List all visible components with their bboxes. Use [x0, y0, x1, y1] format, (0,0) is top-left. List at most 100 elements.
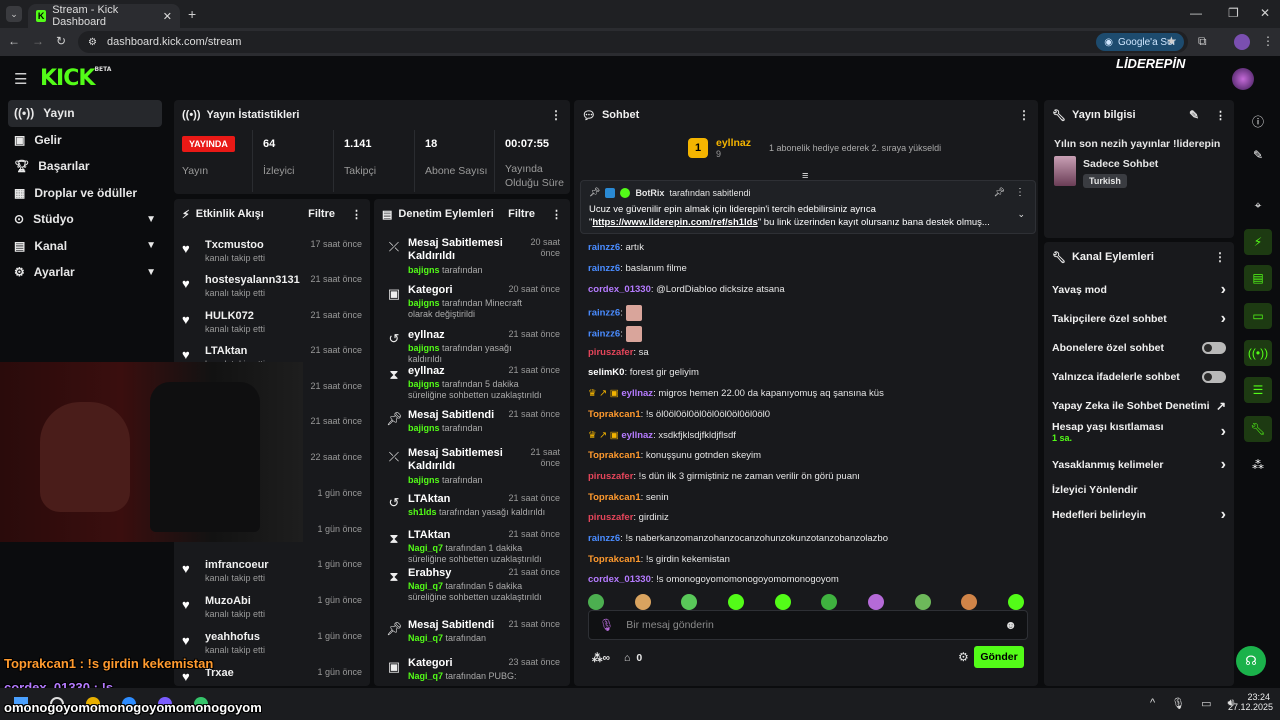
mic-icon[interactable]: 🎙︎ — [1171, 697, 1185, 710]
channel-action-item[interactable]: Abonelere özel sohbet — [1052, 338, 1226, 358]
sidebar-item-gelir[interactable]: ▣ Gelir — [8, 127, 162, 154]
sidebar-item-basarilar[interactable]: 🏆︎ Başarılar — [8, 153, 162, 180]
maximize-icon[interactable]: ❐ — [1228, 6, 1239, 20]
browser-tab[interactable]: K Stream - Kick Dashboard ✕ — [28, 4, 180, 28]
emote-icon[interactable] — [821, 594, 838, 610]
filter-button[interactable]: Filtre — [508, 208, 535, 220]
chat-username[interactable]: rainzz6 — [588, 329, 620, 340]
tab-close-icon[interactable]: ✕ — [163, 10, 172, 23]
channel-action-item[interactable]: İzleyici Yönlendir — [1052, 480, 1226, 500]
channel-action-item[interactable]: Hesap yaşı kısıtlaması 1 sa. › — [1052, 421, 1226, 443]
chat-username[interactable]: Toprakcan1 — [588, 492, 641, 503]
moderator-name[interactable]: bajigns — [408, 265, 440, 275]
channel-action-item[interactable]: Yapay Zeka ile Sohbet Denetimi ↗ — [1052, 396, 1226, 416]
chat-message-input[interactable]: 🎙︎ Bir mesaj gönderin ☻ — [588, 610, 1028, 640]
emote-icon[interactable] — [727, 594, 744, 610]
more-options-icon[interactable]: ⋮ — [1214, 250, 1226, 264]
pinned-menu-icon[interactable]: ⋮ — [1015, 187, 1025, 198]
more-options-icon[interactable]: ⋮ — [1215, 109, 1226, 122]
chat-username[interactable]: rainzz6 — [588, 533, 620, 544]
emote-icon[interactable] — [634, 594, 651, 610]
back-icon[interactable]: ← — [8, 34, 20, 48]
chat-username[interactable]: eyllnaz — [621, 430, 653, 441]
chat-username[interactable]: Toprakcan1 — [588, 450, 641, 461]
toggle-switch[interactable] — [1202, 371, 1226, 383]
top-gifter-name[interactable]: eyllnaz — [716, 137, 751, 149]
chat-username[interactable]: piruszafer — [588, 512, 633, 523]
edit-icon[interactable]: ✎ — [1189, 108, 1199, 122]
more-options-icon[interactable]: ⋮ — [1018, 108, 1030, 122]
extensions-icon[interactable]: ⧉ — [1198, 34, 1207, 49]
minimize-icon[interactable]: — — [1190, 6, 1202, 20]
moderator-name[interactable]: Nagi_q7 — [408, 671, 443, 681]
moderator-name[interactable]: sh1lds — [408, 507, 437, 517]
url-field[interactable]: ⚙ dashboard.kick.com/stream ◉ Google'a S… — [78, 31, 1188, 53]
chat-username[interactable]: cordex_01330 — [588, 284, 651, 295]
emoji-icon[interactable]: ☻ — [1004, 618, 1017, 632]
network-icon[interactable]: ▭ — [1201, 697, 1211, 710]
moderator-name[interactable]: Nagi_q7 — [408, 581, 443, 591]
sidebar-item-ayarlar[interactable]: ⚙ Ayarlar ▼ — [8, 259, 162, 286]
emote-icon[interactable] — [588, 594, 604, 610]
tab-search-icon[interactable]: ⌄ — [6, 6, 22, 22]
emote-icon[interactable] — [774, 594, 791, 610]
emote-icon[interactable] — [867, 594, 884, 610]
chat-settings-icon[interactable]: ⚙ — [958, 650, 969, 664]
more-options-icon[interactable]: ⋮ — [351, 208, 362, 221]
broadcast-icon[interactable]: ((•)) — [1244, 340, 1272, 366]
new-tab-icon[interactable]: + — [188, 6, 196, 22]
sidebar-item-droplar[interactable]: ▦ Droplar ve ödüller — [8, 180, 162, 207]
chat-username[interactable]: Toprakcan1 — [588, 409, 641, 420]
chat-username[interactable]: cordex_01330 — [588, 574, 651, 585]
expand-pinned-icon[interactable]: ⌄ — [1017, 209, 1025, 220]
window-close-icon[interactable]: ✕ — [1260, 6, 1270, 20]
moderation-icon[interactable]: ▤ — [1244, 265, 1272, 291]
sidebar-item-studyo[interactable]: ⊙ Stüdyo ▼ — [8, 206, 162, 233]
channel-action-item[interactable]: Yavaş mod › — [1052, 280, 1226, 300]
store-icon[interactable]: ⌂ — [624, 652, 630, 664]
channel-action-item[interactable]: Yasaklanmış kelimeler › — [1052, 455, 1226, 475]
toggle-switch[interactable] — [1202, 342, 1226, 354]
chat-username[interactable]: piruszafer — [588, 347, 633, 358]
chat-username[interactable]: rainzz6 — [588, 263, 620, 274]
sidebar-item-kanal[interactable]: ▤ Kanal ▼ — [8, 233, 162, 260]
emote-icon[interactable] — [914, 594, 931, 610]
chat-username[interactable]: piruszafer — [588, 471, 633, 482]
chat-username[interactable]: rainzz6 — [588, 308, 620, 319]
channel-points-icon[interactable]: ⁂∞ — [592, 652, 610, 664]
lightning-icon[interactable]: ⚡︎ — [1244, 229, 1272, 255]
reload-icon[interactable]: ↻ — [56, 34, 66, 48]
sidebar-item-yayin[interactable]: ((•)) Yayın — [8, 100, 162, 127]
chat-icon[interactable]: ▭ — [1244, 303, 1272, 329]
pinned-link[interactable]: https://www.liderepin.com/ref/sh1lds — [592, 217, 757, 228]
moderator-name[interactable]: Nagi_q7 — [408, 543, 443, 553]
channel-action-item[interactable]: Yalnızca ifadelerle sohbet — [1052, 367, 1226, 387]
more-options-icon[interactable]: ⋮ — [550, 108, 562, 122]
bookmark-star-icon[interactable]: ★ — [1166, 34, 1177, 48]
emote-icon[interactable] — [681, 594, 698, 610]
user-avatar[interactable] — [1232, 68, 1254, 90]
quick-actions-icon[interactable]: ☰ — [1244, 377, 1272, 403]
emote-icon[interactable] — [961, 594, 978, 610]
chat-username[interactable]: eyllnaz — [621, 388, 653, 399]
channel-action-item[interactable]: Hedefleri belirleyin › — [1052, 505, 1226, 525]
clock[interactable]: 23:24 27.12.2025 — [1228, 692, 1273, 712]
points-icon[interactable]: ⁂ — [1244, 452, 1272, 478]
hamburger-menu-icon[interactable]: ☰ — [14, 70, 27, 88]
unpin-icon[interactable]: 📌︎ — [994, 187, 1005, 198]
forward-icon[interactable]: → — [32, 34, 44, 48]
moderator-name[interactable]: bajigns — [408, 475, 440, 485]
emote-icon[interactable] — [1007, 594, 1024, 610]
wrench-icon[interactable]: 🔧︎ — [1244, 416, 1272, 442]
info-icon[interactable]: ⓘ — [1244, 108, 1272, 134]
send-button[interactable]: Gönder — [974, 646, 1024, 668]
chevron-up-icon[interactable]: ^ — [1150, 697, 1155, 710]
moderator-name[interactable]: bajigns — [408, 298, 440, 308]
chat-username[interactable]: rainzz6 — [588, 242, 620, 253]
chat-username[interactable]: Toprakcan1 — [588, 554, 641, 565]
channel-action-item[interactable]: Takipçilere özel sohbet › — [1052, 309, 1226, 329]
moderator-name[interactable]: bajigns — [408, 423, 440, 433]
focus-icon[interactable]: ⌖ — [1244, 192, 1272, 218]
chat-username[interactable]: selimK0 — [588, 367, 624, 378]
kick-logo[interactable]: KICKBETA — [40, 66, 111, 91]
